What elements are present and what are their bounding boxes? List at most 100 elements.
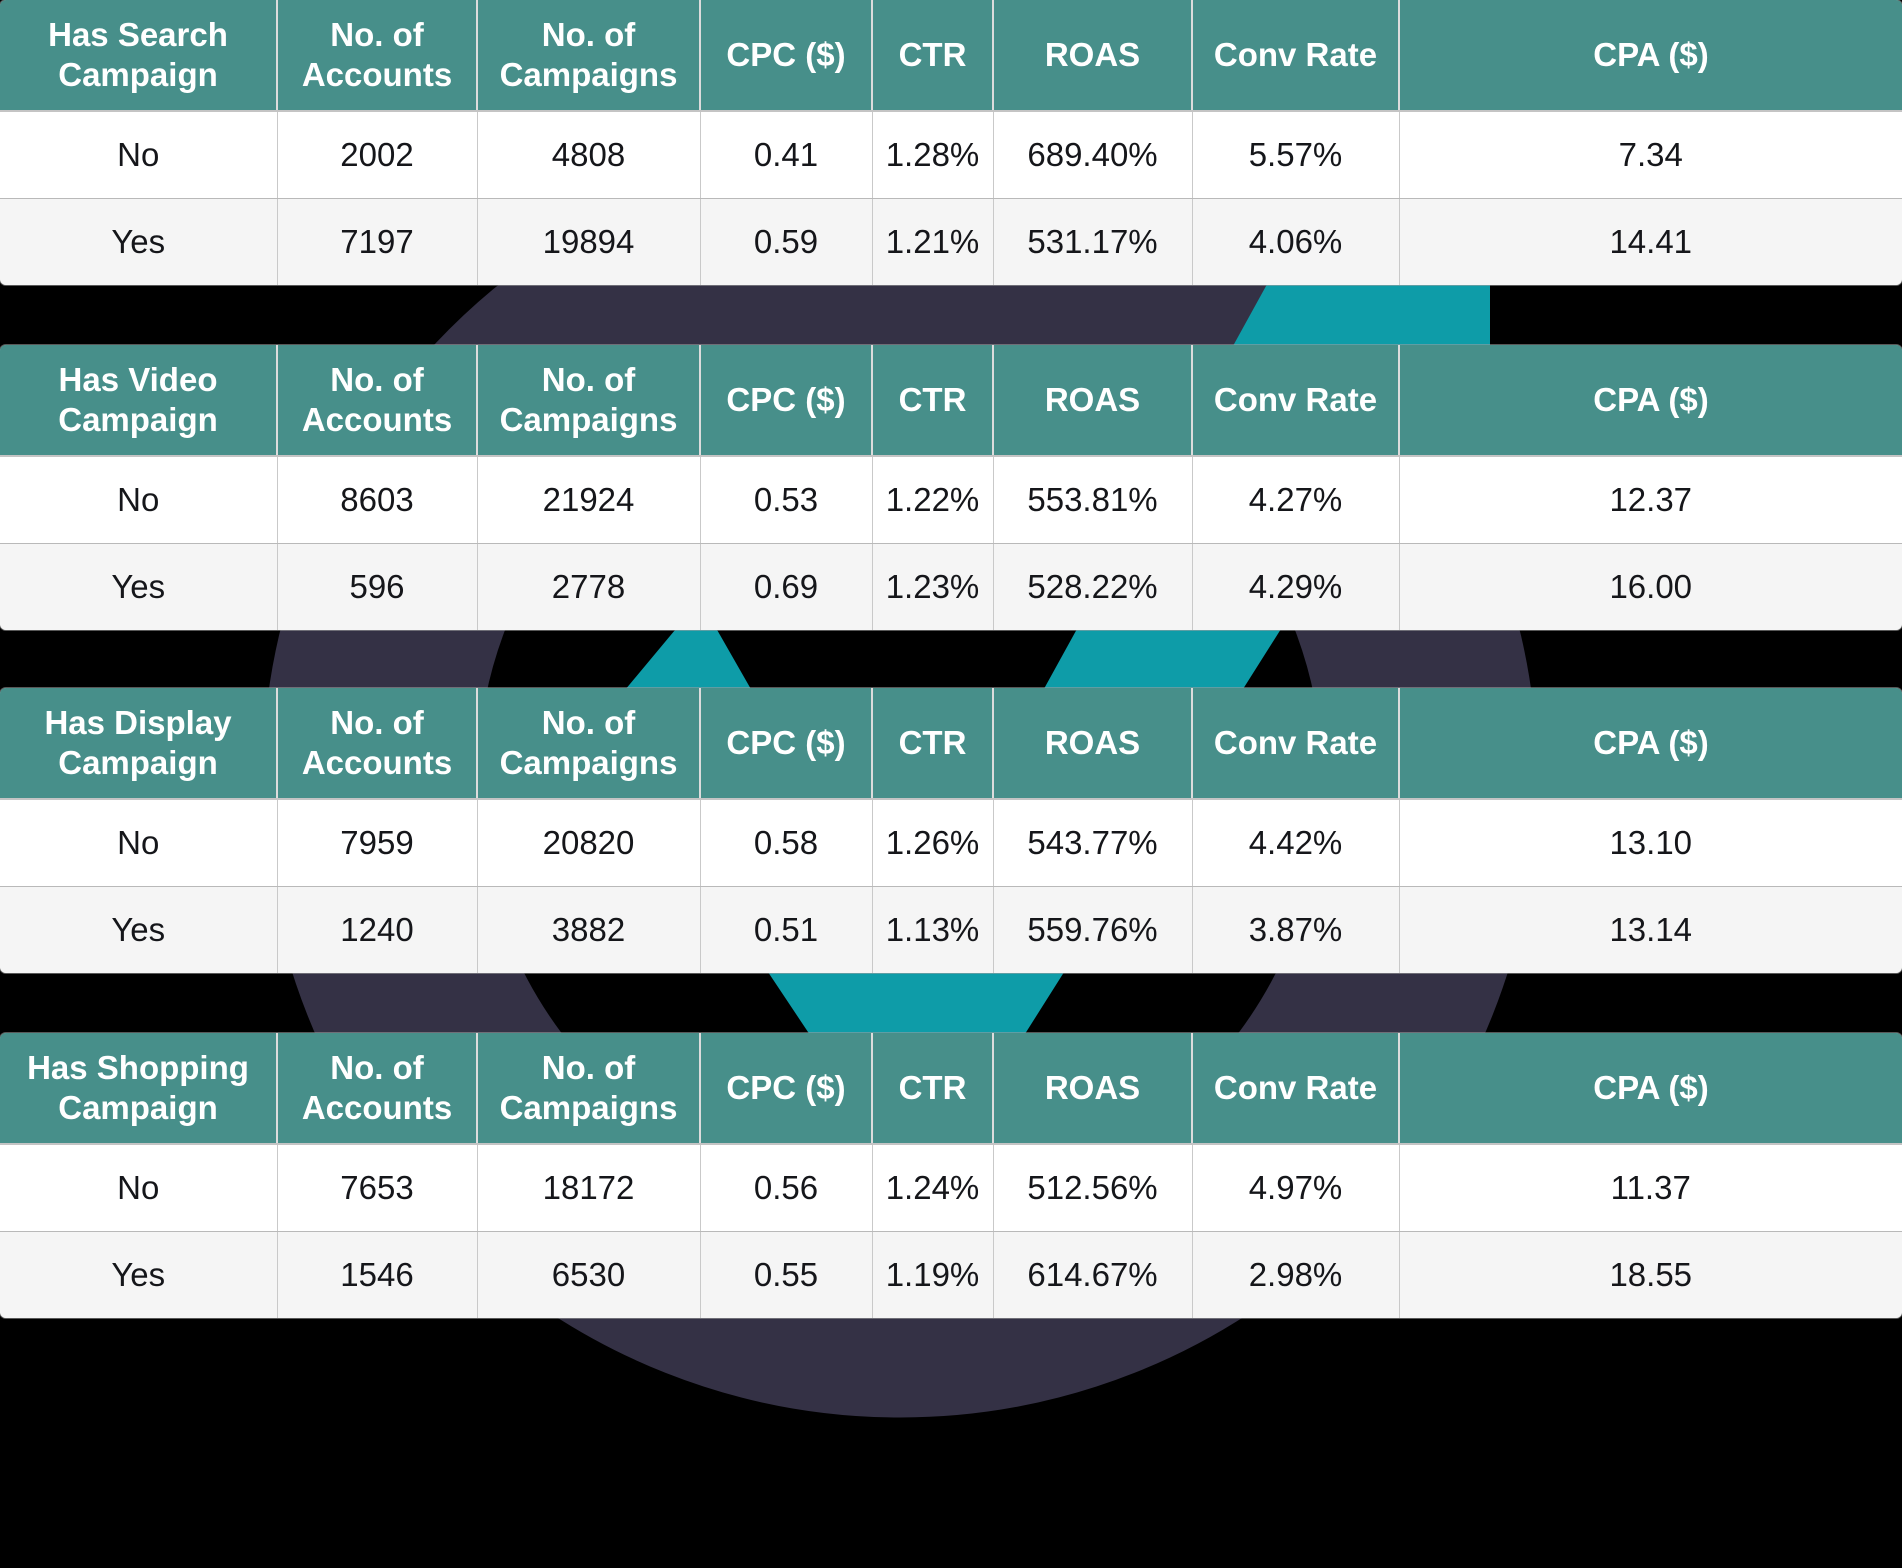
cell-cpc: 0.51	[700, 886, 873, 973]
column-header-group: Has Shopping Campaign	[0, 1033, 278, 1145]
cell-group: No	[0, 1144, 278, 1232]
table-header-row: Has Video Campaign No. of Accounts No. o…	[0, 345, 1902, 457]
table-gap	[0, 973, 1902, 1033]
metric-table: Has Video Campaign No. of Accounts No. o…	[0, 345, 1902, 630]
cell-cpc: 0.69	[700, 543, 873, 630]
cell-ctr: 1.13%	[872, 886, 994, 973]
column-header-campaigns: No. of Campaigns	[477, 345, 701, 457]
column-header-ctr: CTR	[872, 0, 994, 112]
cell-cpa: 16.00	[1399, 543, 1902, 630]
column-header-accounts: No. of Accounts	[277, 1033, 478, 1145]
tables-stack: Has Search Campaign No. of Accounts No. …	[0, 0, 1902, 1318]
cell-accounts: 7197	[277, 198, 478, 285]
cell-cpc: 0.53	[700, 456, 873, 544]
column-header-ctr: CTR	[872, 345, 994, 457]
column-header-roas: ROAS	[993, 345, 1193, 457]
column-header-conv-rate: Conv Rate	[1192, 0, 1400, 112]
column-header-roas: ROAS	[993, 0, 1193, 112]
cell-cpa: 12.37	[1399, 456, 1902, 544]
column-header-campaigns: No. of Campaigns	[477, 0, 701, 112]
table-block-has-display-campaign: Has Display Campaign No. of Accounts No.…	[0, 688, 1902, 973]
metric-table: Has Display Campaign No. of Accounts No.…	[0, 688, 1902, 973]
cell-ctr: 1.23%	[872, 543, 994, 630]
cell-cpa: 7.34	[1399, 111, 1902, 199]
column-header-campaigns: No. of Campaigns	[477, 688, 701, 800]
cell-campaigns: 20820	[477, 799, 701, 887]
column-header-accounts: No. of Accounts	[277, 345, 478, 457]
cell-conv-rate: 4.06%	[1192, 198, 1400, 285]
cell-ctr: 1.24%	[872, 1144, 994, 1232]
cell-accounts: 596	[277, 543, 478, 630]
table-block-has-video-campaign: Has Video Campaign No. of Accounts No. o…	[0, 345, 1902, 630]
cell-ctr: 1.19%	[872, 1231, 994, 1318]
table-gap	[0, 285, 1902, 345]
cell-conv-rate: 4.27%	[1192, 456, 1400, 544]
column-header-group: Has Display Campaign	[0, 688, 278, 800]
column-header-cpa: CPA ($)	[1399, 345, 1902, 457]
cell-group: No	[0, 111, 278, 199]
cell-accounts: 7653	[277, 1144, 478, 1232]
cell-conv-rate: 5.57%	[1192, 111, 1400, 199]
column-header-cpa: CPA ($)	[1399, 688, 1902, 800]
cell-accounts: 2002	[277, 111, 478, 199]
column-header-group: Has Video Campaign	[0, 345, 278, 457]
table-header-row: Has Display Campaign No. of Accounts No.…	[0, 688, 1902, 800]
cell-group: Yes	[0, 198, 278, 285]
metric-table: Has Shopping Campaign No. of Accounts No…	[0, 1033, 1902, 1318]
table-row: Yes 1546 6530 0.55 1.19% 614.67% 2.98% 1…	[0, 1231, 1902, 1318]
cell-ctr: 1.21%	[872, 198, 994, 285]
cell-ctr: 1.26%	[872, 799, 994, 887]
table-header-row: Has Shopping Campaign No. of Accounts No…	[0, 1033, 1902, 1145]
cell-roas: 689.40%	[993, 111, 1193, 199]
cell-roas: 614.67%	[993, 1231, 1193, 1318]
cell-cpc: 0.55	[700, 1231, 873, 1318]
cell-roas: 553.81%	[993, 456, 1193, 544]
column-header-cpc: CPC ($)	[700, 345, 873, 457]
column-header-ctr: CTR	[872, 688, 994, 800]
cell-group: Yes	[0, 1231, 278, 1318]
cell-roas: 543.77%	[993, 799, 1193, 887]
cell-group: No	[0, 456, 278, 544]
cell-cpa: 14.41	[1399, 198, 1902, 285]
column-header-accounts: No. of Accounts	[277, 688, 478, 800]
metric-table: Has Search Campaign No. of Accounts No. …	[0, 0, 1902, 285]
cell-conv-rate: 4.42%	[1192, 799, 1400, 887]
table-row: No 7653 18172 0.56 1.24% 512.56% 4.97% 1…	[0, 1144, 1902, 1232]
cell-cpa: 13.14	[1399, 886, 1902, 973]
cell-conv-rate: 4.97%	[1192, 1144, 1400, 1232]
cell-conv-rate: 3.87%	[1192, 886, 1400, 973]
cell-campaigns: 18172	[477, 1144, 701, 1232]
cell-cpa: 18.55	[1399, 1231, 1902, 1318]
table-row: No 7959 20820 0.58 1.26% 543.77% 4.42% 1…	[0, 799, 1902, 887]
table-row: Yes 596 2778 0.69 1.23% 528.22% 4.29% 16…	[0, 543, 1902, 630]
cell-accounts: 7959	[277, 799, 478, 887]
column-header-roas: ROAS	[993, 688, 1193, 800]
column-header-cpc: CPC ($)	[700, 1033, 873, 1145]
table-row: Yes 7197 19894 0.59 1.21% 531.17% 4.06% …	[0, 198, 1902, 285]
cell-campaigns: 21924	[477, 456, 701, 544]
cell-campaigns: 6530	[477, 1231, 701, 1318]
cell-cpc: 0.56	[700, 1144, 873, 1232]
cell-cpc: 0.59	[700, 198, 873, 285]
column-header-roas: ROAS	[993, 1033, 1193, 1145]
cell-group: No	[0, 799, 278, 887]
cell-group: Yes	[0, 543, 278, 630]
cell-roas: 512.56%	[993, 1144, 1193, 1232]
table-gap	[0, 630, 1902, 688]
column-header-conv-rate: Conv Rate	[1192, 1033, 1400, 1145]
column-header-cpa: CPA ($)	[1399, 0, 1902, 112]
cell-campaigns: 3882	[477, 886, 701, 973]
column-header-cpc: CPC ($)	[700, 0, 873, 112]
cell-accounts: 8603	[277, 456, 478, 544]
cell-accounts: 1240	[277, 886, 478, 973]
cell-conv-rate: 2.98%	[1192, 1231, 1400, 1318]
column-header-group: Has Search Campaign	[0, 0, 278, 112]
cell-cpc: 0.41	[700, 111, 873, 199]
cell-group: Yes	[0, 886, 278, 973]
cell-conv-rate: 4.29%	[1192, 543, 1400, 630]
cell-cpa: 13.10	[1399, 799, 1902, 887]
table-row: Yes 1240 3882 0.51 1.13% 559.76% 3.87% 1…	[0, 886, 1902, 973]
column-header-campaigns: No. of Campaigns	[477, 1033, 701, 1145]
column-header-accounts: No. of Accounts	[277, 0, 478, 112]
cell-campaigns: 2778	[477, 543, 701, 630]
